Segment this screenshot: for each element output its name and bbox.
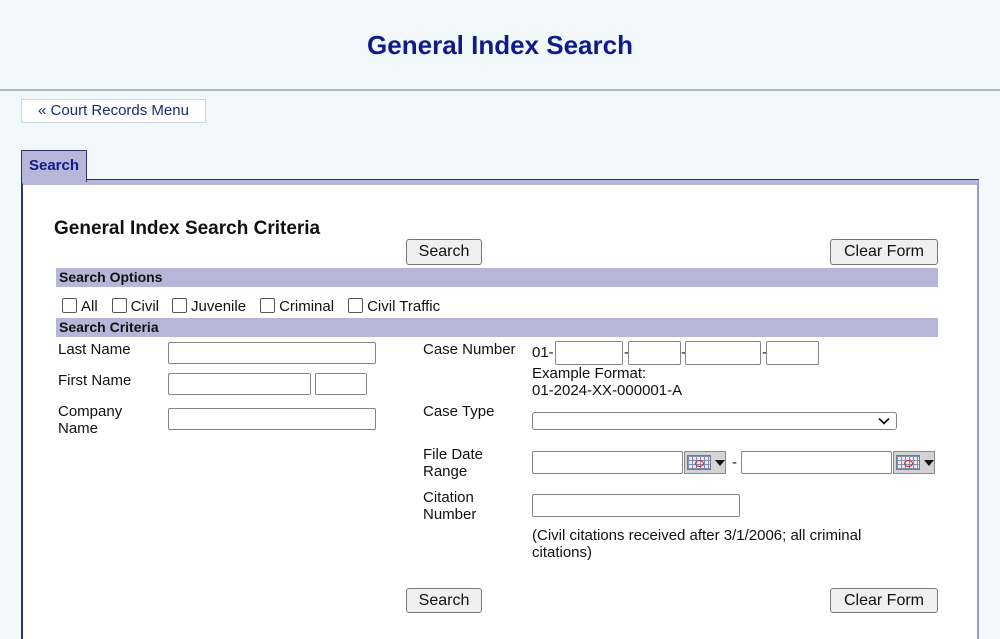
case-number-prefix: 01- [532, 344, 554, 361]
company-name-label: Company Name [58, 403, 123, 437]
option-label: Civil Traffic [367, 298, 441, 315]
option-label: All [81, 298, 98, 315]
case-type-label: Case Type [423, 403, 495, 420]
example-format-value: 01-2024-XX-000001-A [532, 382, 683, 399]
option-civil-traffic[interactable]: Civil Traffic [348, 298, 440, 315]
first-name-label: First Name [58, 372, 132, 389]
option-criminal[interactable]: Criminal [260, 298, 334, 315]
search-options: All Civil Juvenile Criminal Civil Traffi… [62, 298, 448, 315]
date-to-picker-button[interactable] [893, 451, 935, 474]
file-date-to-input[interactable] [741, 451, 892, 474]
page-title: General Index Search [367, 30, 633, 60]
all-checkbox[interactable] [62, 298, 77, 313]
date-range-separator: - [732, 454, 737, 471]
juvenile-checkbox[interactable] [172, 298, 188, 313]
calendar-icon [896, 455, 920, 470]
case-type-select[interactable] [532, 412, 897, 430]
case-number-year-input[interactable] [555, 341, 623, 365]
option-label: Juvenile [191, 298, 247, 315]
middle-initial-input[interactable] [315, 373, 367, 395]
case-number-type-input[interactable] [628, 341, 681, 365]
example-format-label: Example Format: [532, 365, 647, 382]
last-name-label: Last Name [58, 341, 131, 358]
criteria-title: General Index Search Criteria [54, 218, 321, 239]
option-all[interactable]: All [62, 298, 98, 315]
first-name-input[interactable] [168, 373, 311, 395]
file-date-range-label: File Date Range [423, 446, 484, 480]
option-label: Criminal [279, 298, 335, 315]
file-date-from-input[interactable] [532, 451, 683, 474]
citation-number-label: Citation Number [423, 489, 477, 523]
search-options-header: Search Options [56, 268, 938, 287]
dropdown-arrow-icon [715, 459, 725, 466]
civil-checkbox[interactable] [111, 298, 127, 313]
tab-search[interactable]: Search [21, 150, 87, 182]
criminal-checkbox[interactable] [260, 298, 276, 313]
option-juvenile[interactable]: Juvenile [172, 298, 246, 315]
search-criteria-header: Search Criteria [56, 318, 938, 337]
case-number-suffix-input[interactable] [766, 341, 819, 365]
calendar-icon [687, 455, 711, 470]
case-number-sequence-input[interactable] [685, 341, 761, 365]
option-label: Civil [130, 298, 160, 315]
dropdown-arrow-icon [924, 459, 934, 466]
search-panel: General Index Search Criteria Search Cle… [21, 179, 979, 639]
chevron-down-icon [878, 417, 890, 425]
page-header: General Index Search [0, 0, 1000, 91]
option-civil[interactable]: Civil [111, 298, 160, 315]
case-number-label: Case Number [423, 341, 516, 358]
search-button-bottom[interactable]: Search [406, 588, 482, 613]
date-from-picker-button[interactable] [684, 451, 726, 474]
civil-traffic-checkbox[interactable] [348, 298, 364, 313]
last-name-input[interactable] [168, 342, 376, 364]
clear-form-button-top[interactable]: Clear Form [830, 239, 938, 265]
search-button-top[interactable]: Search [406, 239, 482, 265]
citation-note: (Civil citations received after 3/1/2006… [532, 527, 862, 561]
citation-number-input[interactable] [532, 494, 740, 517]
clear-form-button-bottom[interactable]: Clear Form [830, 588, 938, 613]
court-records-menu-link[interactable]: « Court Records Menu [21, 99, 206, 123]
company-name-input[interactable] [168, 408, 376, 430]
